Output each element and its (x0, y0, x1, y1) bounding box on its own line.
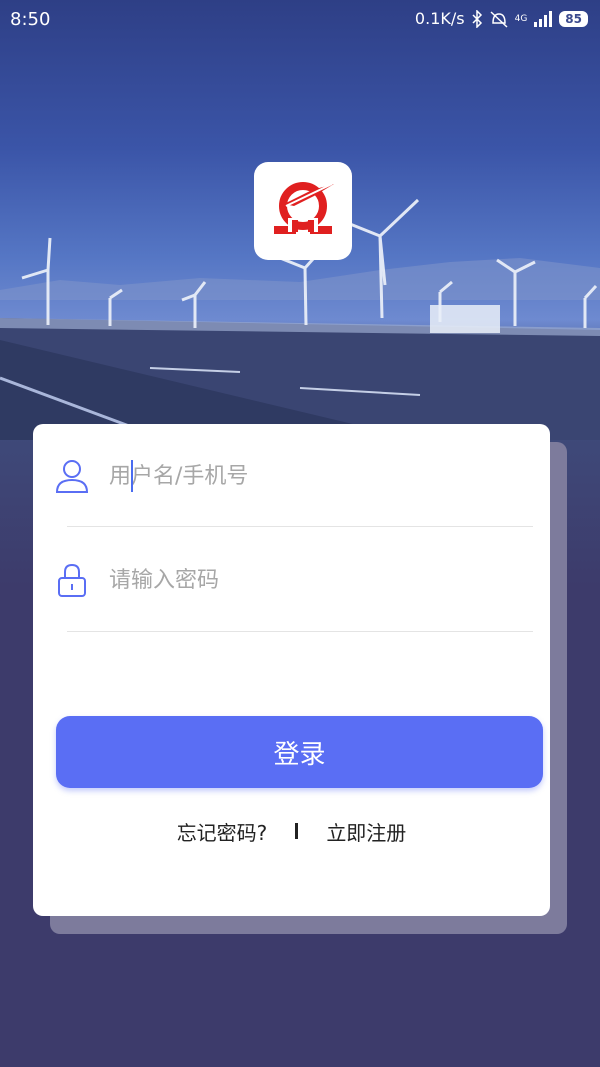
username-input[interactable] (109, 463, 509, 489)
alarm-off-icon (490, 10, 508, 28)
signal-icon (534, 10, 553, 27)
login-card: 登录 忘记密码? 立即注册 (33, 424, 550, 916)
username-field (55, 446, 533, 506)
password-input[interactable] (109, 567, 509, 593)
user-icon (55, 456, 89, 496)
lock-icon (55, 560, 89, 600)
password-divider (67, 631, 533, 632)
battery-icon: 85 (559, 10, 588, 27)
status-time: 8:50 (10, 9, 51, 30)
bluetooth-icon (472, 9, 482, 28)
app-logo (254, 162, 352, 260)
login-button[interactable]: 登录 (56, 716, 543, 788)
password-field (55, 550, 533, 610)
register-link[interactable]: 立即注册 (326, 817, 406, 846)
network-type: 4G (514, 13, 528, 24)
omega-railway-logo (274, 182, 334, 234)
auth-links: 忘记密码? 立即注册 (33, 816, 550, 846)
username-divider (67, 526, 533, 527)
network-speed: 0.1K/s (414, 9, 465, 28)
text-caret (131, 460, 133, 492)
status-bar: 8:50 0.1K/s 4G 85 (0, 0, 600, 40)
forgot-password-link[interactable]: 忘记密码? (177, 817, 268, 846)
link-separator (295, 823, 299, 839)
status-icons: 0.1K/s 4G 85 (415, 9, 588, 28)
